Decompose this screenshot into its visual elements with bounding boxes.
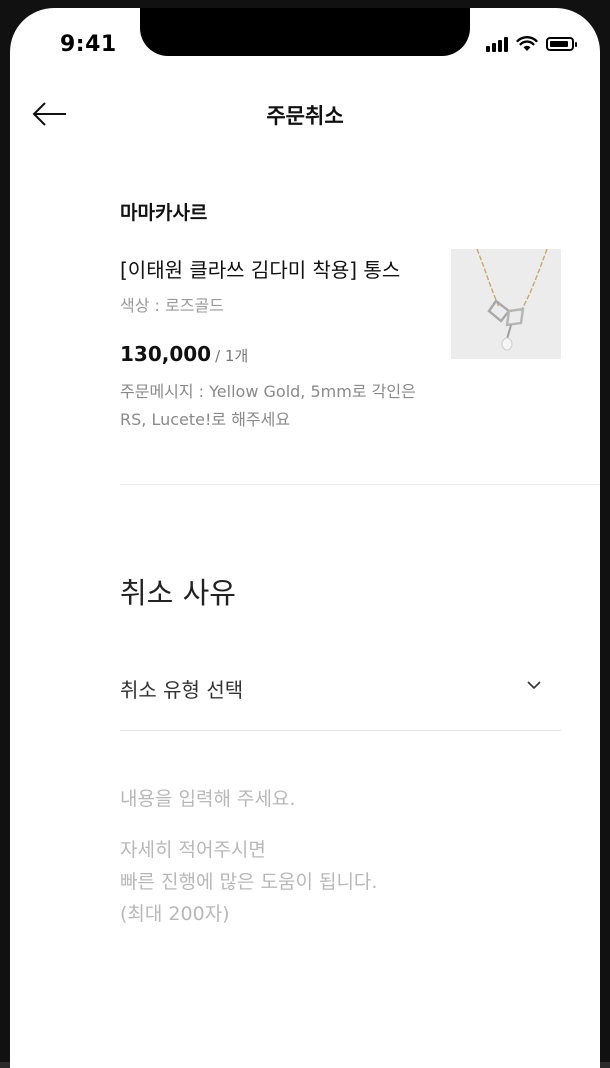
battery-icon [546, 37, 577, 51]
phone-screen: 9:41 주문취소 마마카사르 [이태원 클라쓰 김다미 착용] 통스 색상 :… [10, 8, 600, 1068]
device-frame: 9:41 주문취소 마마카사르 [이태원 클라쓰 김다미 착용] 통스 색상 :… [0, 0, 610, 1068]
price-row: 130,000/ 1개 [120, 342, 248, 366]
content-placeholder-line1[interactable]: 내용을 입력해 주세요. [120, 784, 295, 811]
product-name[interactable]: [이태원 클라쓰 김다미 착용] 통스 [120, 254, 400, 283]
store-name: 마마카사르 [120, 202, 208, 224]
cancel-type-label: 취소 유형 선택 [120, 678, 244, 702]
signal-icon [486, 36, 508, 52]
device-notch [140, 8, 470, 56]
order-memo: 주문메시지 : Yellow Gold, 5mm로 각인은 RS, Lucete… [120, 382, 416, 429]
product-quantity: / 1개 [215, 347, 249, 365]
page-title: 주문취소 [266, 104, 344, 128]
status-time: 9:41 [60, 32, 117, 57]
cancel-reason-title: 취소 사유 [120, 576, 236, 610]
content-placeholder-hint[interactable]: 자세히 적어주시면 빠른 진행에 많은 도움이 됩니다. (최대 200자) [120, 834, 377, 930]
product-thumbnail[interactable] [451, 249, 561, 359]
section-divider [120, 484, 600, 485]
cancel-type-select[interactable]: 취소 유형 선택 [120, 664, 561, 731]
wifi-icon [516, 36, 538, 51]
status-icons [486, 36, 577, 52]
product-price: 130,000 [120, 342, 212, 366]
chevron-down-icon [527, 681, 541, 690]
product-option: 색상 : 로즈골드 [120, 296, 224, 315]
